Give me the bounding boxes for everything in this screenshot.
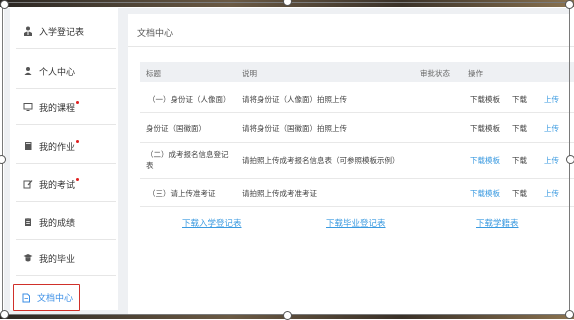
sidebar-item-label: 个人中心 <box>39 67 76 78</box>
download-student-status-form-link[interactable]: 下载学籍表 <box>476 217 519 229</box>
resize-handle-right[interactable] <box>566 155 574 164</box>
download-link[interactable]: 下载 <box>512 188 527 199</box>
table-row: （三）请上传准考证 请拍照上传成考准考证 下载模板 下载 上传 <box>140 178 574 207</box>
sidebar-item-graduation[interactable]: 我的毕业 <box>16 241 116 276</box>
resize-handle-bottom-right[interactable] <box>565 310 574 319</box>
sidebar: 入学登记表 个人中心 我的课程 我的作业 我的考试 我的成绩 我的毕业 文档中心 <box>10 8 118 311</box>
sidebar-item-label: 我的作业 <box>39 142 76 153</box>
sidebar-item-label: 我的成绩 <box>39 218 76 229</box>
row-title: （一）身份证（人像面） <box>148 95 231 104</box>
column-header-title: 标题 <box>146 69 161 78</box>
sidebar-item-label: 我的考试 <box>39 180 76 191</box>
download-link[interactable]: 下载 <box>512 94 527 105</box>
download-link[interactable]: 下载 <box>512 155 527 166</box>
column-header-actions: 操作 <box>468 69 483 78</box>
notification-dot <box>76 177 80 181</box>
upload-link[interactable]: 上传 <box>544 188 559 199</box>
sidebar-item-profile[interactable]: 个人中心 <box>16 54 116 89</box>
sidebar-item-exams[interactable]: 我的考试 <box>16 167 116 202</box>
download-link[interactable]: 下载 <box>512 123 527 134</box>
resize-handle-bottom-left[interactable] <box>0 310 9 319</box>
row-description: 请拍照上传成考准考证 <box>242 189 317 198</box>
download-enrollment-form-link[interactable]: 下载入学登记表 <box>182 217 242 229</box>
table-row: （一）身份证（人像面） 请将身份证（人像面）拍照上传 下载模板 下载 上传 <box>140 84 574 113</box>
user-tie-icon <box>22 25 34 37</box>
download-template-link[interactable]: 下载模板 <box>470 188 500 199</box>
row-description: 请拍照上传成考报名信息表（可参照模板示例） <box>242 156 400 165</box>
sidebar-item-enrollment[interactable]: 入学登记表 <box>16 14 116 49</box>
row-title: （三）请上传准考证 <box>148 189 216 198</box>
upload-link[interactable]: 上传 <box>544 94 559 105</box>
sidebar-item-label: 文档中心 <box>37 294 74 304</box>
download-graduation-form-link[interactable]: 下载毕业登记表 <box>326 217 386 229</box>
resize-handle-top-right[interactable] <box>565 0 574 9</box>
row-title: （二）成考报名信息登记表 <box>146 150 229 170</box>
document-center-panel: 文档中心 标题 说明 审批状态 操作 （一）身份证（人像面） 请将身份证（人像面… <box>128 14 574 314</box>
edit-icon <box>22 178 34 190</box>
row-title: 身份证（国徽面） <box>146 124 206 133</box>
sidebar-item-label: 我的毕业 <box>39 254 76 265</box>
row-description: 请将身份证（国徽面）拍照上传 <box>242 124 347 133</box>
table-row: 身份证（国徽面） 请将身份证（国徽面）拍照上传 下载模板 下载 上传 <box>140 112 574 143</box>
table-header: 标题 说明 审批状态 操作 <box>140 62 574 82</box>
notification-dot <box>76 139 80 143</box>
column-header-description: 说明 <box>242 69 257 78</box>
book-icon <box>22 140 34 152</box>
monitor-icon <box>22 101 34 113</box>
sidebar-item-label: 我的课程 <box>39 103 76 114</box>
download-template-link[interactable]: 下载模板 <box>470 94 500 105</box>
table-row: （二）成考报名信息登记表 请拍照上传成考报名信息表（可参照模板示例） 下载模板 … <box>140 142 574 179</box>
notification-dot <box>76 100 80 104</box>
document-icon <box>20 292 32 304</box>
clipboard-icon <box>22 216 34 228</box>
page-title: 文档中心 <box>137 29 174 39</box>
download-template-link[interactable]: 下载模板 <box>470 123 500 134</box>
sidebar-item-homework[interactable]: 我的作业 <box>16 129 116 164</box>
sidebar-item-documents[interactable]: 文档中心 <box>13 284 80 311</box>
download-template-link[interactable]: 下载模板 <box>470 155 500 166</box>
row-description: 请将身份证（人像面）拍照上传 <box>242 95 347 104</box>
sidebar-item-label: 入学登记表 <box>39 27 85 38</box>
upload-link[interactable]: 上传 <box>544 155 559 166</box>
graduation-icon <box>22 252 34 264</box>
sidebar-item-courses[interactable]: 我的课程 <box>16 90 116 125</box>
title-divider <box>128 46 574 47</box>
column-header-status: 审批状态 <box>420 69 450 78</box>
sidebar-item-grades[interactable]: 我的成绩 <box>16 205 116 240</box>
upload-link[interactable]: 上传 <box>544 123 559 134</box>
user-icon <box>22 65 34 77</box>
resize-handle-top-left[interactable] <box>0 0 9 9</box>
